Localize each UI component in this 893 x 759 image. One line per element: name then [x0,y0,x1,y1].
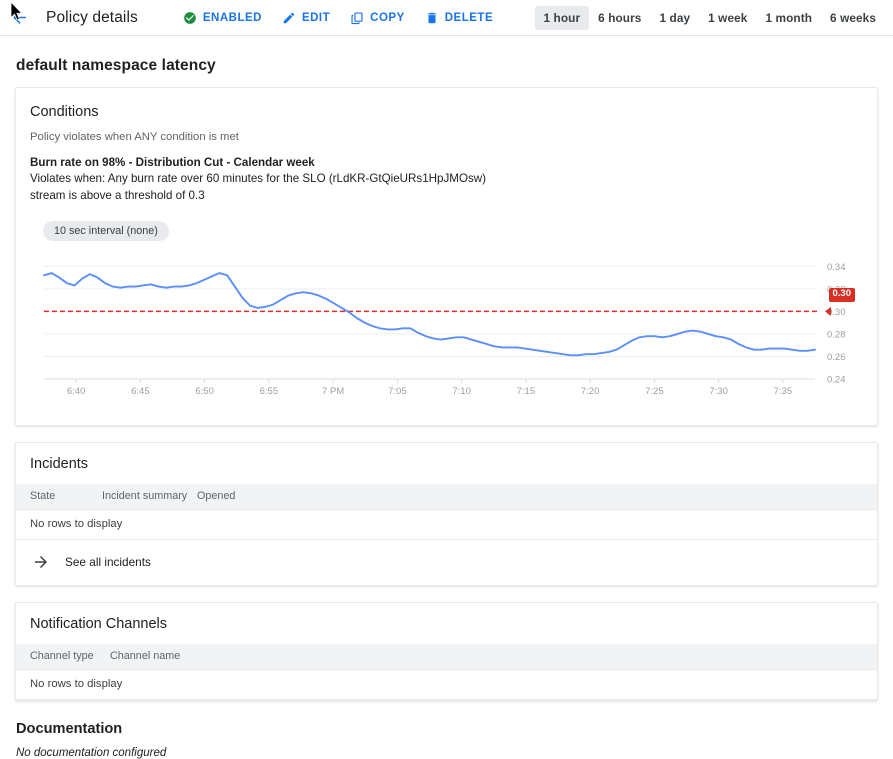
time-range-selector: 1 hour 6 hours 1 day 1 week 1 month 6 we… [535,0,886,36]
svg-text:6:50: 6:50 [195,386,214,397]
notification-channels-card: Notification Channels Channel type Chann… [15,602,878,701]
incidents-empty-row: No rows to display [16,509,877,539]
conditions-heading: Conditions [30,104,863,120]
action-toolbar: ENABLED EDIT COPY [173,7,503,29]
interval-chip[interactable]: 10 sec interval (none) [43,221,169,241]
see-all-incidents-label: See all incidents [65,555,151,569]
arrow-right-icon [32,553,50,571]
time-range-1-day[interactable]: 1 day [650,6,699,30]
svg-text:0.34: 0.34 [827,261,846,272]
svg-text:7:35: 7:35 [774,386,793,397]
documentation-body: No documentation configured [16,747,878,759]
arrow-back-icon [10,8,29,27]
svg-text:6:40: 6:40 [67,386,86,397]
copy-label: COPY [370,12,405,24]
condition-description: Violates when: Any burn rate over 60 min… [30,171,670,205]
copy-button[interactable]: COPY [340,7,415,29]
channels-table-header-row: Channel type Channel name [16,644,877,670]
edit-button[interactable]: EDIT [272,7,340,29]
incidents-table: State Incident summary Opened No rows to… [16,484,877,540]
page-title: Policy details [46,9,138,27]
copy-icon [350,11,364,25]
channels-col-type[interactable]: Channel type [16,644,110,670]
incidents-table-header-row: State Incident summary Opened [16,484,877,510]
condition-description-line2: stream is above a threshold of 0.3 [30,188,670,205]
enabled-label: ENABLED [203,12,262,24]
svg-text:0.26: 0.26 [827,352,846,363]
svg-text:7 PM: 7 PM [322,386,344,397]
delete-label: DELETE [445,12,493,24]
incidents-col-state[interactable]: State [16,484,102,510]
pencil-icon [282,11,296,25]
enabled-status-button[interactable]: ENABLED [173,7,272,29]
svg-text:7:20: 7:20 [581,386,600,397]
channels-empty-row: No rows to display [16,669,877,699]
time-range-1-month[interactable]: 1 month [756,6,821,30]
time-range-6-hours[interactable]: 6 hours [589,6,650,30]
svg-text:7:30: 7:30 [709,386,728,397]
burn-rate-chart[interactable]: 0.340.320.300.280.260.246:406:456:506:55… [30,247,863,407]
svg-text:7:25: 7:25 [645,386,664,397]
condition-name: Burn rate on 98% - Distribution Cut - Ca… [30,156,863,169]
incidents-empty-text: No rows to display [16,509,877,539]
incidents-col-opened[interactable]: Opened [197,484,877,510]
svg-text:0.28: 0.28 [827,329,846,340]
check-circle-icon [183,11,197,25]
chip-row: 10 sec interval (none) [43,221,863,241]
edit-label: EDIT [302,12,330,24]
svg-text:6:45: 6:45 [131,386,150,397]
policy-name: default namespace latency [16,57,878,75]
threshold-badge: 0.30 [829,288,856,302]
chart-svg: 0.340.320.300.280.260.246:406:456:506:55… [30,247,875,407]
incidents-col-summary[interactable]: Incident summary [102,484,197,510]
svg-text:7:10: 7:10 [452,386,471,397]
notification-channels-heading: Notification Channels [16,603,877,644]
incidents-heading: Incidents [16,443,877,484]
app-bar: Policy details ENABLED EDIT [0,0,893,36]
incidents-card: Incidents State Incident summary Opened … [15,442,878,586]
svg-text:7:15: 7:15 [517,386,536,397]
time-range-1-week[interactable]: 1 week [699,6,756,30]
see-all-incidents-button[interactable]: See all incidents [16,540,877,585]
time-range-6-weeks[interactable]: 6 weeks [821,6,885,30]
delete-button[interactable]: DELETE [415,7,503,29]
trash-icon [425,11,439,25]
notification-channels-table: Channel type Channel name No rows to dis… [16,644,877,700]
page-content: default namespace latency Conditions Pol… [0,57,893,759]
documentation-heading: Documentation [16,721,878,737]
back-button[interactable] [6,5,32,31]
svg-text:6:55: 6:55 [260,386,279,397]
svg-text:7:05: 7:05 [388,386,407,397]
conditions-subtitle: Policy violates when ANY condition is me… [30,131,863,143]
channels-col-name[interactable]: Channel name [110,644,877,670]
channels-empty-text: No rows to display [16,669,877,699]
conditions-card: Conditions Policy violates when ANY cond… [15,87,878,426]
svg-text:0.24: 0.24 [827,374,846,385]
time-range-1-hour[interactable]: 1 hour [535,6,590,30]
condition-description-line1: Violates when: Any burn rate over 60 min… [30,171,670,188]
